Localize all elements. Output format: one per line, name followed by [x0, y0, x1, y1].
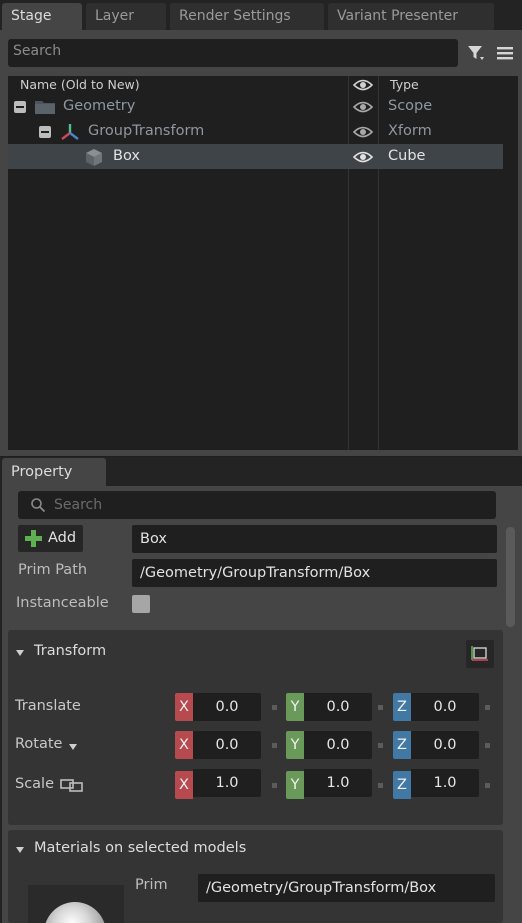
- column-header-name[interactable]: Name (Old to New): [20, 76, 140, 94]
- keyframe-dot[interactable]: [485, 705, 490, 710]
- axis-y-label: Y: [286, 731, 304, 759]
- keyframe-dot[interactable]: [272, 783, 277, 788]
- visibility-header-eye-icon[interactable]: [353, 78, 373, 92]
- axis-z-label: Z: [393, 731, 411, 759]
- instanceable-checkbox[interactable]: [132, 595, 150, 613]
- property-search-input[interactable]: Search: [18, 491, 496, 519]
- materials-section-title[interactable]: Materials on selected models: [34, 840, 246, 856]
- tree-row-type: Scope: [388, 98, 433, 114]
- scale-x-field[interactable]: 1.0: [193, 769, 261, 797]
- tree-row-type: Cube: [388, 148, 426, 164]
- keyframe-dot[interactable]: [485, 743, 490, 748]
- prim-path-label: Prim Path: [18, 562, 88, 578]
- scale-y-field[interactable]: 1.0: [304, 769, 372, 797]
- prim-name-field[interactable]: Box: [132, 525, 497, 553]
- tree-row-type: Xform: [388, 123, 432, 139]
- keyframe-dot[interactable]: [378, 743, 383, 748]
- collapse-triangle-icon[interactable]: [16, 847, 24, 853]
- property-scrollbar[interactable]: [506, 527, 515, 627]
- keyframe-dot[interactable]: [272, 743, 277, 748]
- translate-x-field[interactable]: 0.0: [193, 693, 261, 721]
- tab-variant-presenter[interactable]: Variant Presenter: [328, 3, 494, 30]
- stage-tree: Name (Old to New) Type Geometry Scope Gr…: [8, 76, 518, 450]
- tab-property[interactable]: Property: [2, 458, 106, 486]
- cube-icon: [86, 149, 102, 166]
- keyframe-dot[interactable]: [378, 783, 383, 788]
- tab-stage[interactable]: Stage: [2, 3, 82, 30]
- scale-label: Scale: [15, 776, 55, 792]
- transform-frame-button[interactable]: [466, 640, 494, 668]
- axis-z-label: Z: [393, 771, 411, 799]
- visibility-eye-icon[interactable]: [353, 150, 373, 164]
- collapse-icon[interactable]: [14, 101, 26, 113]
- rotate-y-field[interactable]: 0.0: [304, 731, 372, 759]
- rotate-x-field[interactable]: 0.0: [193, 731, 261, 759]
- axis-x-label: X: [175, 771, 193, 799]
- translate-y-field[interactable]: 0.0: [304, 693, 372, 721]
- axis-z-label: Z: [393, 693, 411, 721]
- axis-x-label: X: [175, 731, 193, 759]
- material-prim-field[interactable]: /Geometry/GroupTransform/Box: [198, 874, 495, 902]
- material-prim-label: Prim: [135, 877, 168, 893]
- keyframe-dot[interactable]: [378, 705, 383, 710]
- material-preview: [28, 885, 124, 923]
- tree-row-name: Box: [113, 148, 140, 164]
- tab-layer[interactable]: Layer: [86, 3, 166, 30]
- collapse-triangle-icon[interactable]: [16, 650, 24, 656]
- scale-z-field[interactable]: 1.0: [411, 769, 479, 797]
- rotate-label[interactable]: Rotate: [15, 736, 62, 752]
- visibility-eye-icon[interactable]: [353, 125, 373, 139]
- tab-render-settings[interactable]: Render Settings: [170, 3, 324, 30]
- stage-search-input[interactable]: Search: [8, 39, 458, 67]
- link-scale-icon[interactable]: [60, 777, 84, 793]
- rotate-z-field[interactable]: 0.0: [411, 731, 479, 759]
- transform-section-title[interactable]: Transform: [34, 643, 106, 659]
- folder-icon: [35, 101, 55, 114]
- rotate-order-dropdown-icon[interactable]: [69, 744, 77, 750]
- column-header-type[interactable]: Type: [390, 76, 419, 94]
- search-icon: [31, 498, 46, 513]
- tree-row-name: Geometry: [63, 98, 136, 114]
- tree-row-geometry[interactable]: Geometry Scope: [8, 94, 503, 119]
- keyframe-dot[interactable]: [272, 705, 277, 710]
- material-sphere-preview: [44, 902, 106, 923]
- instanceable-label: Instanceable: [16, 595, 109, 611]
- axis-y-label: Y: [286, 771, 304, 799]
- axis-x-label: X: [175, 693, 193, 721]
- translate-label: Translate: [15, 698, 81, 714]
- xform-icon: [61, 124, 79, 140]
- axis-y-label: Y: [286, 693, 304, 721]
- plus-icon: [25, 530, 42, 547]
- translate-z-field[interactable]: 0.0: [411, 693, 479, 721]
- collapse-icon[interactable]: [39, 126, 51, 138]
- hamburger-menu-icon[interactable]: [496, 44, 514, 62]
- tree-row-box[interactable]: Box Cube: [8, 144, 503, 169]
- filter-icon[interactable]: [466, 43, 486, 63]
- keyframe-dot[interactable]: [485, 783, 490, 788]
- tree-row-name: GroupTransform: [88, 123, 205, 139]
- tree-row-grouptransform[interactable]: GroupTransform Xform: [8, 119, 503, 144]
- prim-path-field[interactable]: /Geometry/GroupTransform/Box: [132, 559, 497, 587]
- transform-frame-icon: [471, 646, 488, 661]
- visibility-eye-icon[interactable]: [353, 100, 373, 114]
